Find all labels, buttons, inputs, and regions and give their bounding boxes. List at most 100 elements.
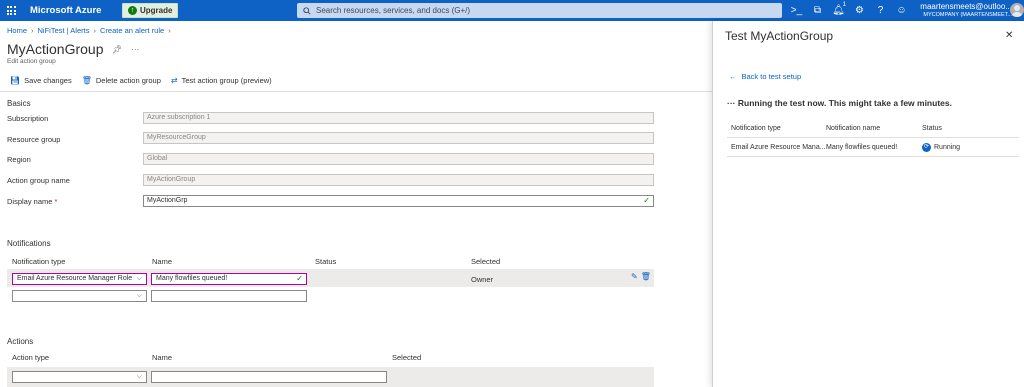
save-icon: 💾︎ (10, 76, 21, 85)
notifications-bell-icon[interactable]: 🔔︎ 1 (828, 0, 849, 21)
new-notification-name-input[interactable] (151, 290, 307, 302)
back-to-test-setup-link[interactable]: ← Back to test setup (729, 72, 801, 81)
col-notification-type: Notification type (12, 257, 66, 266)
action-name-input[interactable] (151, 371, 387, 383)
notification-selected-value: Owner (471, 275, 494, 284)
test-action-group-button[interactable]: ⇄ Test action group (preview) (171, 76, 272, 85)
breadcrumb-create-alert-rule[interactable]: Create an alert rule (100, 26, 164, 35)
display-name-label: Display name * (7, 197, 57, 206)
page-subtitle: Edit action group (7, 58, 56, 65)
edit-pencil-icon[interactable]: ✎ (631, 272, 638, 281)
pin-icon[interactable]: 📌︎ (112, 45, 122, 54)
col-action-name: Name (152, 353, 173, 362)
action-type-select[interactable]: ⌵ (12, 371, 147, 383)
cloud-shell-icon[interactable]: >_ (786, 0, 807, 21)
help-icon[interactable]: ? (870, 0, 891, 21)
subscription-label: Subscription (7, 114, 49, 123)
delete-action-group-button[interactable]: 🗑︎ Delete action group (82, 76, 161, 85)
notification-name-value: Many flowfiles queued! (156, 275, 228, 282)
breadcrumb-home[interactable]: Home (7, 26, 27, 35)
command-bar: 💾︎ Save changes 🗑︎ Delete action group ⇄… (10, 76, 272, 85)
running-message-text: Running the test now. This might take a … (737, 98, 952, 108)
breadcrumb-alerts[interactable]: NiFiTest | Alerts (38, 26, 90, 35)
panel-row-type: Email Azure Resource Mana... (731, 144, 826, 151)
col-name: Name (152, 257, 173, 266)
chevron-down-icon: ⌵ (136, 373, 142, 380)
notifications-heading: Notifications (7, 239, 51, 248)
sync-icon: ⟳ (922, 143, 931, 152)
close-icon[interactable]: ✕ (1005, 30, 1013, 41)
brand-title[interactable]: Microsoft Azure (30, 5, 122, 16)
upgrade-icon: ↑ (128, 6, 137, 15)
test-panel: Test MyActionGroup ✕ ← Back to test setu… (712, 21, 1024, 387)
basics-heading: Basics (7, 99, 31, 108)
status-badge: ⟳ Running (922, 143, 960, 152)
panel-row-name: Many flowfiles queued! (826, 144, 898, 151)
notification-count: 1 (842, 2, 846, 8)
panel-col-notification-type: Notification type (731, 125, 781, 132)
subscription-field: Azure subscription 1 (143, 112, 654, 124)
arrow-left-icon: ← (729, 72, 737, 81)
panel-col-status: Status (922, 125, 942, 132)
delete-action-group-label: Delete action group (95, 76, 161, 85)
breadcrumb-separator: › (168, 26, 171, 35)
test-action-group-label: Test action group (preview) (181, 76, 272, 85)
panel-header-divider (727, 137, 1019, 138)
settings-gear-icon[interactable]: ⚙ (849, 0, 870, 21)
col-status: Status (315, 257, 337, 266)
save-changes-label: Save changes (24, 76, 72, 85)
region-label: Region (7, 155, 31, 164)
top-icons: >_ ⧉ 🔔︎ 1 ⚙ ? ☺ (786, 0, 912, 21)
directory-filter-icon[interactable]: ⧉ (807, 0, 828, 21)
avatar[interactable] (1010, 3, 1024, 17)
more-options-icon[interactable]: ··· (131, 45, 139, 54)
portal-menu-button[interactable] (0, 0, 22, 21)
save-changes-button[interactable]: 💾︎ Save changes (10, 76, 72, 85)
panel-title: Test MyActionGroup (725, 29, 834, 43)
new-notification-type-select[interactable]: ⌵ (12, 290, 147, 302)
chevron-down-icon: ⌵ (136, 275, 142, 282)
notification-type-select[interactable]: Email Azure Resource Manager Role ⌵ (12, 273, 147, 285)
resource-group-field: MyResourceGroup (143, 132, 654, 144)
col-action-selected: Selected (392, 353, 422, 362)
trash-icon: 🗑︎ (81, 76, 92, 85)
search-placeholder: Search resources, services, and docs (G+… (316, 6, 471, 15)
col-selected: Selected (471, 257, 501, 266)
breadcrumb-separator: › (31, 26, 34, 35)
display-name-label-text: Display name (7, 197, 53, 206)
upgrade-button[interactable]: ↑ Upgrade (122, 3, 179, 18)
row-actions: ✎ 🗑︎ (631, 272, 651, 281)
title-icons: 📌︎ ··· (112, 45, 139, 54)
chevron-down-icon: ⌵ (136, 292, 142, 299)
toolbar-divider (0, 91, 712, 92)
loading-dots-icon: ··· (727, 98, 736, 108)
global-search-input[interactable]: Search resources, services, and docs (G+… (297, 3, 782, 18)
col-action-type: Action type (12, 353, 50, 362)
breadcrumb: Home › NiFiTest | Alerts › Create an ale… (7, 26, 171, 35)
display-name-value: MyActionGrp (147, 197, 188, 204)
account-directory: MYCOMPANY (MAARTENSMEET... (923, 12, 1012, 18)
action-group-name-field: MyActionGroup (143, 174, 654, 186)
back-link-label: Back to test setup (741, 72, 802, 81)
account-info[interactable]: maartensmeets@outloo... MYCOMPANY (MAART… (920, 2, 1012, 18)
panel-row-status: Running (934, 144, 961, 151)
valid-check-icon: ✓ (296, 274, 303, 283)
panel-row-divider (727, 156, 1019, 157)
running-message: ··· Running the test now. This might tak… (727, 98, 952, 108)
region-field: Global (143, 153, 654, 165)
waffle-icon (6, 6, 16, 15)
swap-arrows-icon: ⇄ (170, 76, 178, 85)
panel-col-notification-name: Notification name (826, 125, 881, 132)
action-group-name-label: Action group name (7, 176, 70, 185)
notification-name-input[interactable]: Many flowfiles queued! ✓ (151, 273, 307, 285)
notification-type-value: Email Azure Resource Manager Role (17, 275, 133, 282)
search-icon (303, 6, 311, 15)
delete-trash-icon[interactable]: 🗑︎ (641, 272, 651, 281)
required-marker: * (54, 197, 58, 206)
display-name-input[interactable]: MyActionGrp ✓ (143, 195, 654, 207)
resource-group-label: Resource group (7, 135, 61, 144)
upgrade-label: Upgrade (140, 6, 173, 15)
feedback-icon[interactable]: ☺ (891, 0, 912, 21)
breadcrumb-separator: › (93, 26, 96, 35)
page-title: MyActionGroup (7, 41, 104, 57)
